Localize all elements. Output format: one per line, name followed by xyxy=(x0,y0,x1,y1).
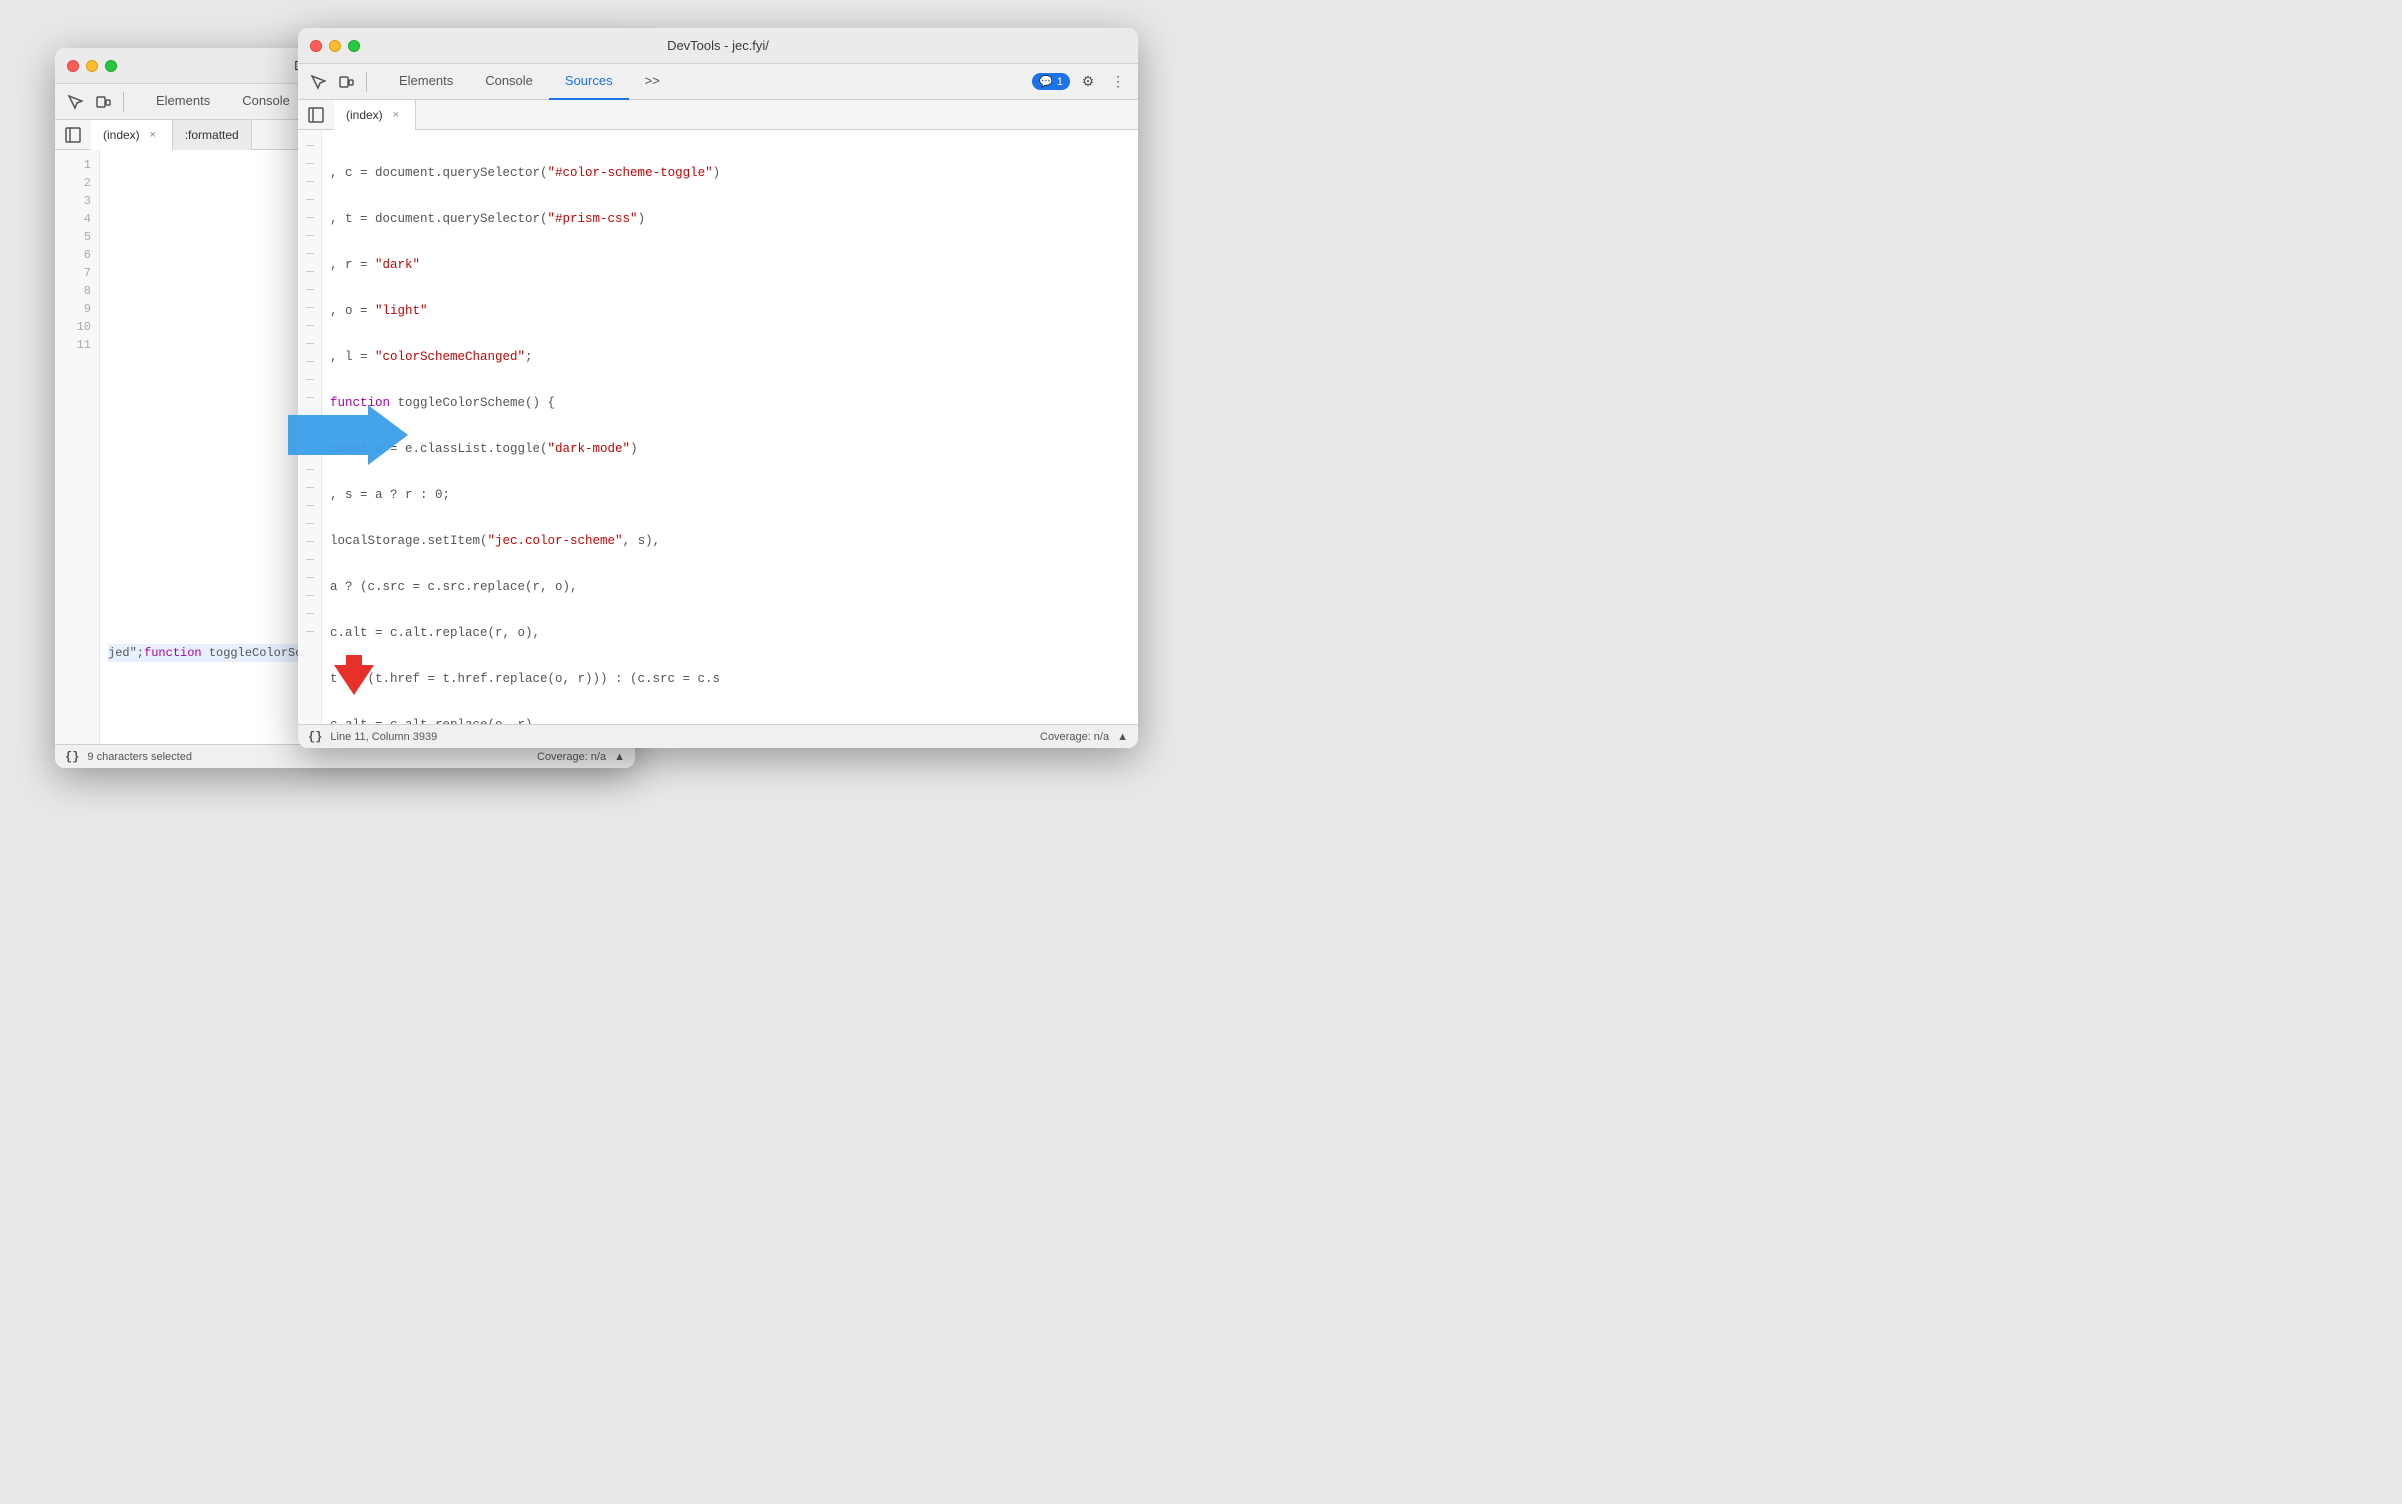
left-toolbar-divider xyxy=(123,92,124,112)
red-arrow xyxy=(334,655,374,700)
right-statusbar-right: Coverage: n/a ▲ xyxy=(1040,731,1128,743)
right-code-line-4: , o = "light" xyxy=(330,302,1130,320)
right-code-line-1: , c = document.querySelector("#color-sch… xyxy=(330,164,1130,182)
right-code-line-2: , t = document.querySelector("#prism-css… xyxy=(330,210,1130,228)
gutter-23 xyxy=(298,550,321,568)
right-more-options-icon[interactable]: ⋮ xyxy=(1106,70,1130,94)
left-maximize-button[interactable] xyxy=(105,60,117,72)
right-position-status: Line 11, Column 3939 xyxy=(330,731,437,743)
left-device-icon[interactable] xyxy=(91,90,115,114)
gutter-27 xyxy=(298,622,321,640)
right-statusbar-left: {} Line 11, Column 3939 xyxy=(308,730,437,744)
gutter-4 xyxy=(298,208,321,226)
gutter-12 xyxy=(298,352,321,370)
left-formatted-tab[interactable]: :formatted xyxy=(173,120,252,150)
right-code-line-8: , s = a ? r : 0; xyxy=(330,486,1130,504)
right-elements-tab[interactable]: Elements xyxy=(383,64,469,100)
left-inspect-icon[interactable] xyxy=(63,90,87,114)
gutter-0 xyxy=(298,136,321,154)
left-statusbar-left: {} 9 characters selected xyxy=(65,750,192,764)
right-statusbar: {} Line 11, Column 3939 Coverage: n/a ▲ xyxy=(298,724,1138,748)
right-window-title: DevTools - jec.fyi/ xyxy=(667,38,769,53)
left-format-button[interactable]: {} xyxy=(65,750,79,764)
right-more-tab[interactable]: >> xyxy=(629,64,676,100)
right-inspect-icon[interactable] xyxy=(306,70,330,94)
right-code-line-6: function toggleColorScheme() { xyxy=(330,394,1130,412)
left-formatted-tab-label: :formatted xyxy=(185,128,239,142)
right-toolbar: Elements Console Sources >> 💬 1 ⚙ ⋮ xyxy=(298,64,1138,100)
gutter-7 xyxy=(298,262,321,280)
right-code-line-5: , l = "colorSchemeChanged"; xyxy=(330,348,1130,366)
right-index-tab[interactable]: (index) × xyxy=(334,100,416,130)
right-code-line-9: localStorage.setItem("jec.color-scheme",… xyxy=(330,532,1130,550)
gutter-25 xyxy=(298,586,321,604)
gutter-8 xyxy=(298,280,321,298)
left-traffic-lights xyxy=(67,60,117,72)
gutter-13 xyxy=(298,370,321,388)
left-index-tab-label: (index) xyxy=(103,128,140,142)
left-coverage-status: Coverage: n/a xyxy=(537,751,606,763)
gutter-14 xyxy=(298,388,321,406)
left-selection-status: 9 characters selected xyxy=(87,751,192,763)
right-code-line-3: , r = "dark" xyxy=(330,256,1130,274)
right-code-line-7: const a = e.classList.toggle("dark-mode"… xyxy=(330,440,1130,458)
right-devtools-window: DevTools - jec.fyi/ Elements Console Sou… xyxy=(298,28,1138,748)
left-elements-tab[interactable]: Elements xyxy=(140,84,226,120)
left-statusbar-right: Coverage: n/a ▲ xyxy=(537,751,625,763)
right-code-line-13: c.alt = c.alt.replace(o, r), xyxy=(330,716,1130,724)
right-file-tabs: (index) × xyxy=(298,100,1138,130)
right-index-tab-label: (index) xyxy=(346,108,383,122)
left-index-tab-close[interactable]: × xyxy=(146,128,160,142)
right-maximize-button[interactable] xyxy=(348,40,360,52)
right-code-line-10: a ? (c.src = c.src.replace(r, o), xyxy=(330,578,1130,596)
chat-icon: 💬 xyxy=(1039,75,1053,88)
gutter-5 xyxy=(298,226,321,244)
right-code-line-12: t && (t.href = t.href.replace(o, r))) : … xyxy=(330,670,1130,688)
gutter-22 xyxy=(298,532,321,550)
gutter-6 xyxy=(298,244,321,262)
left-coverage-icon: ▲ xyxy=(614,751,625,763)
right-coverage-status: Coverage: n/a xyxy=(1040,731,1109,743)
right-index-tab-close[interactable]: × xyxy=(389,108,403,122)
gutter-3 xyxy=(298,190,321,208)
chat-count: 1 xyxy=(1057,76,1063,88)
right-sources-tab[interactable]: Sources xyxy=(549,64,629,100)
gutter-1 xyxy=(298,154,321,172)
gutter-11 xyxy=(298,334,321,352)
gutter-24 xyxy=(298,568,321,586)
right-toolbar-right: 💬 1 ⚙ ⋮ xyxy=(1032,70,1130,94)
right-minimize-button[interactable] xyxy=(329,40,341,52)
right-close-button[interactable] xyxy=(310,40,322,52)
right-coverage-icon: ▲ xyxy=(1117,731,1128,743)
right-format-button[interactable]: {} xyxy=(308,730,322,744)
left-line-numbers: 1 2 3 4 5 6 7 8 9 10 11 xyxy=(55,150,100,744)
gutter-26 xyxy=(298,604,321,622)
right-toolbar-divider xyxy=(366,72,367,92)
blue-arrow xyxy=(288,405,408,470)
right-code-content: , c = document.querySelector("#color-sch… xyxy=(322,130,1138,724)
gutter-10 xyxy=(298,316,321,334)
gutter-9 xyxy=(298,298,321,316)
gutter-19 xyxy=(298,478,321,496)
right-device-icon[interactable] xyxy=(334,70,358,94)
left-console-tab[interactable]: Console xyxy=(226,84,306,120)
right-console-tab[interactable]: Console xyxy=(469,64,549,100)
right-code-area: , c = document.querySelector("#color-sch… xyxy=(298,130,1138,724)
gutter-21 xyxy=(298,514,321,532)
right-code-line-11: c.alt = c.alt.replace(r, o), xyxy=(330,624,1130,642)
gutter-2 xyxy=(298,172,321,190)
right-traffic-lights xyxy=(310,40,360,52)
left-minimize-button[interactable] xyxy=(86,60,98,72)
right-panel-toggle-icon[interactable] xyxy=(302,101,330,129)
right-chat-badge[interactable]: 💬 1 xyxy=(1032,73,1070,90)
left-panel-toggle-icon[interactable] xyxy=(59,121,87,149)
left-close-button[interactable] xyxy=(67,60,79,72)
gutter-20 xyxy=(298,496,321,514)
left-index-tab[interactable]: (index) × xyxy=(91,120,173,150)
right-toolbar-tabs: Elements Console Sources >> xyxy=(383,64,676,100)
right-settings-icon[interactable]: ⚙ xyxy=(1076,70,1100,94)
right-titlebar: DevTools - jec.fyi/ xyxy=(298,28,1138,64)
